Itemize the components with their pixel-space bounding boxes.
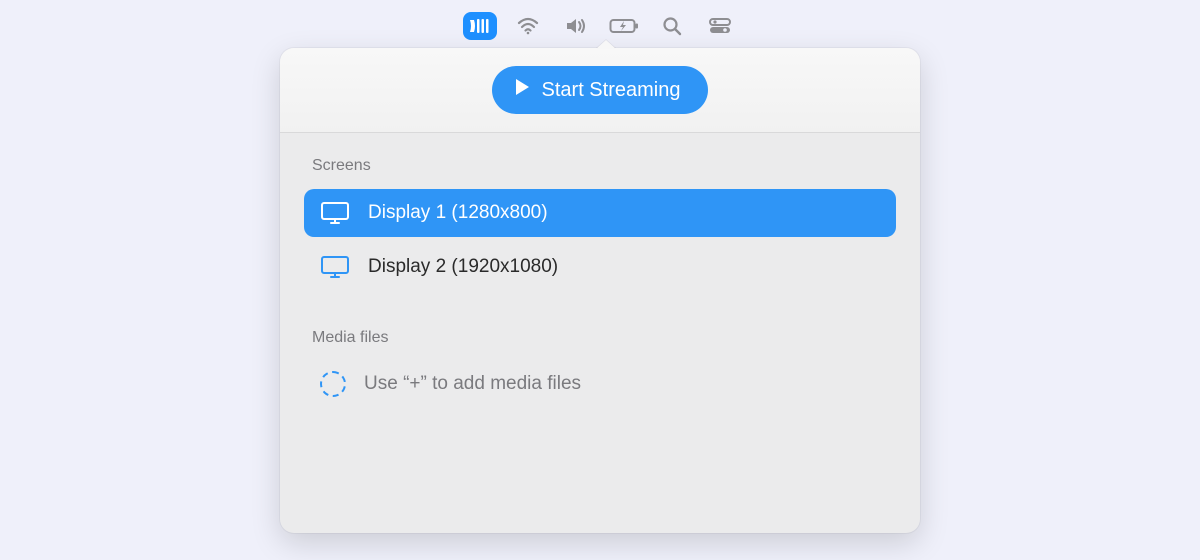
- play-icon: [514, 78, 530, 102]
- streaming-icon[interactable]: [463, 12, 497, 40]
- search-icon[interactable]: [655, 12, 689, 40]
- screen-row-label: Display 2 (1920x1080): [368, 256, 558, 278]
- screens-section-label: Screens: [312, 157, 888, 175]
- media-empty-row: Use “+” to add media files: [304, 361, 896, 407]
- media-placeholder-text: Use “+” to add media files: [364, 373, 581, 395]
- screen-row-label: Display 1 (1280x800): [368, 202, 548, 224]
- display-icon: [320, 255, 350, 279]
- add-placeholder-icon: [320, 371, 346, 397]
- menubar: [463, 12, 737, 40]
- media-section-label: Media files: [312, 329, 888, 347]
- popover-arrow: [596, 40, 616, 49]
- battery-charging-icon[interactable]: [607, 12, 641, 40]
- screen-row-display-1[interactable]: Display 1 (1280x800): [304, 189, 896, 237]
- display-icon: [320, 201, 350, 225]
- popover-body: Screens Display 1 (1280x800): [280, 133, 920, 533]
- popover-header: Start Streaming: [280, 48, 920, 133]
- control-center-icon[interactable]: [703, 12, 737, 40]
- start-streaming-button[interactable]: Start Streaming: [492, 66, 709, 114]
- screen-row-display-2[interactable]: Display 2 (1920x1080): [304, 243, 896, 291]
- wifi-icon[interactable]: [511, 12, 545, 40]
- start-streaming-label: Start Streaming: [542, 79, 681, 102]
- popover-panel: Start Streaming Screens Display 1 (1280x…: [280, 48, 920, 533]
- volume-icon[interactable]: [559, 12, 593, 40]
- streaming-popover: Start Streaming Screens Display 1 (1280x…: [280, 48, 920, 533]
